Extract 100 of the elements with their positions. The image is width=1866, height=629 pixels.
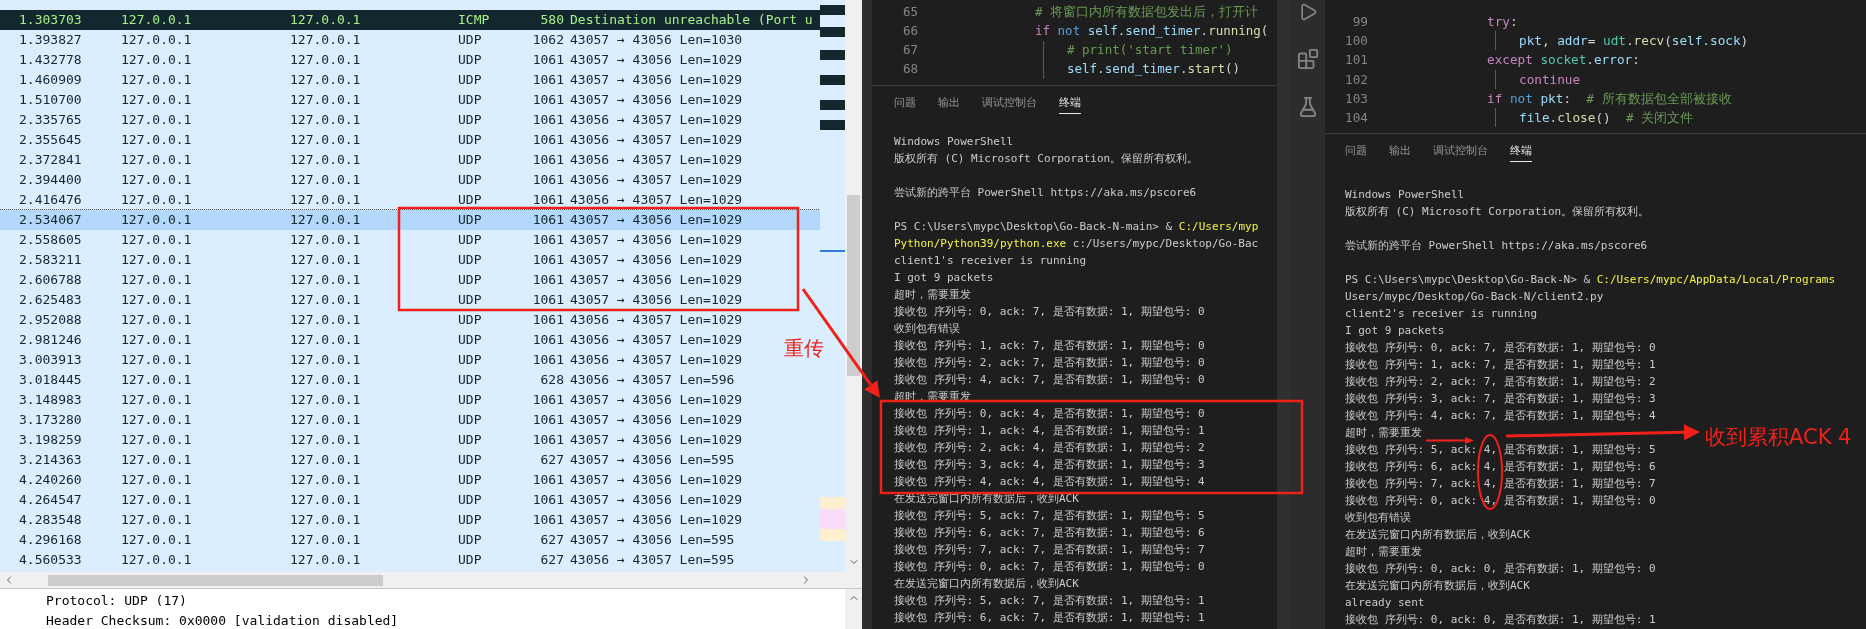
- destination-cell-text: 127.0.0.1: [290, 211, 362, 229]
- time-cell-text: 4.283548: [19, 511, 83, 529]
- panel-tab[interactable]: 调试控制台: [1433, 143, 1488, 162]
- terminal-line: 在发送完窗口内所有数据后，收到ACK: [894, 576, 1079, 592]
- protocol-cell-text: UDP: [458, 211, 483, 229]
- length-cell-text: 1061: [531, 331, 564, 349]
- destination-cell-text: 127.0.0.1: [290, 111, 362, 129]
- source-cell-text: 127.0.0.1: [121, 211, 193, 229]
- packet-row[interactable]: 2.534067 127.0.0.1 127.0.0.1 UDP 1061 43057 → 43056 Len=1029: [0, 210, 820, 230]
- source-cell-text: 127.0.0.1: [121, 431, 193, 449]
- destination-cell-text: 127.0.0.1: [290, 171, 362, 189]
- time-cell-text: 2.416476: [19, 191, 83, 209]
- line-number: 103: [1344, 89, 1368, 108]
- protocol-cell-text: UDP: [458, 351, 483, 369]
- time-cell-text: 2.625483: [19, 291, 83, 309]
- terminal-line: client1's receiver is running: [894, 253, 1087, 269]
- length-cell-text: 1061: [531, 131, 564, 149]
- vertical-scrollbar[interactable]: [1277, 0, 1290, 629]
- info-cell-text: 43057 → 43056 Len=1030: [569, 31, 743, 49]
- info-cell-text: 43056 → 43057 Len=595: [569, 551, 735, 569]
- destination-cell-text: 127.0.0.1: [290, 491, 362, 509]
- destination-cell-text: 127.0.0.1: [290, 291, 362, 309]
- length-cell-text: 1061: [531, 111, 564, 129]
- source-cell-text: 127.0.0.1: [121, 71, 193, 89]
- info-cell-text: 43056 → 43057 Len=1029: [569, 351, 743, 369]
- time-cell-text: 3.214363: [19, 451, 83, 469]
- info-cell-text: 43056 → 43057 Len=1029: [569, 171, 743, 189]
- length-cell-text: 1061: [531, 71, 564, 89]
- terminal-line: Users/mypc/Desktop/Go-Back-N/client2.py: [1345, 289, 1604, 305]
- terminal-line: 接收包 序列号: 2, ack: 7, 是否有数据: 1, 期望包号: 2: [1345, 374, 1656, 390]
- time-cell-text: 4.264547: [19, 491, 83, 509]
- protocol-cell-text: UDP: [458, 551, 483, 569]
- length-cell-text: 1062: [531, 31, 564, 49]
- length-cell-text: 1061: [531, 271, 564, 289]
- protocol-cell-text: UDP: [458, 191, 483, 209]
- source-cell-text: 127.0.0.1: [121, 331, 193, 349]
- source-cell-text: 127.0.0.1: [121, 391, 193, 409]
- panel-tab[interactable]: 输出: [938, 95, 960, 114]
- source-cell-text: 127.0.0.1: [121, 271, 193, 289]
- info-cell-text: 43056 → 43057 Len=596: [569, 371, 735, 389]
- terminal-line: 接收包 序列号: 5, ack: 4, 是否有数据: 1, 期望包号: 5: [1345, 442, 1656, 458]
- protocol-cell-text: UDP: [458, 511, 483, 529]
- scrollbar-thumb[interactable]: [847, 195, 860, 376]
- length-cell-text: 1061: [531, 171, 564, 189]
- panel-tab[interactable]: 终端: [1059, 95, 1081, 114]
- info-cell-text: 43056 → 43057 Len=1029: [569, 111, 743, 129]
- terminal-line: 接收包 序列号: 5, ack: 7, 是否有数据: 1, 期望包号: 1: [894, 593, 1205, 609]
- terminal-line: 接收包 序列号: 6, ack: 7, 是否有数据: 1, 期望包号: 6: [894, 525, 1205, 541]
- detail-line[interactable]: Header Checksum: 0x0000 [validation disabled]: [46, 611, 845, 629]
- protocol-cell-text: UDP: [458, 171, 483, 189]
- time-cell-text: 3.198259: [19, 431, 83, 449]
- info-cell-text: 43057 → 43056 Len=1029: [569, 491, 743, 509]
- destination-cell-text: 127.0.0.1: [290, 191, 362, 209]
- destination-cell-text: 127.0.0.1: [290, 431, 362, 449]
- line-number: 104: [1344, 109, 1368, 127]
- panel-tab[interactable]: 调试控制台: [982, 95, 1037, 114]
- terminal-line: 收到包有错误: [894, 321, 960, 337]
- info-cell-text: Destination unreachable (Port u: [569, 11, 813, 29]
- code-line: continue: [1495, 69, 1581, 89]
- length-cell-text: 1061: [531, 511, 564, 529]
- protocol-cell-text: UDP: [458, 271, 483, 289]
- protocol-cell-text: UDP: [458, 91, 483, 109]
- info-cell-text: 43057 → 43056 Len=595: [569, 531, 735, 549]
- packet-row[interactable]: 1.303703 127.0.0.1 127.0.0.1 ICMP 580 Destination unreachable (Port u: [0, 10, 820, 30]
- info-cell-text: 43056 → 43057 Len=1029: [569, 151, 743, 169]
- code-line: self.send_timer.start(): [1043, 60, 1241, 79]
- panel-tab[interactable]: 输出: [1389, 143, 1411, 162]
- horizontal-scrollbar[interactable]: [0, 572, 862, 589]
- detail-line[interactable]: Protocol: UDP (17): [46, 591, 845, 611]
- destination-cell-text: 127.0.0.1: [290, 471, 362, 489]
- terminal-line: PS C:\Users\mypc\Desktop\Go-Back-N-main> & C:/Users/myp: [894, 219, 1259, 235]
- time-cell-text: 3.018445: [19, 371, 83, 389]
- info-cell-text: 43057 → 43056 Len=1029: [569, 71, 743, 89]
- terminal-line: 接收包 序列号: 3, ack: 4, 是否有数据: 1, 期望包号: 3: [894, 457, 1205, 473]
- info-cell-text: 43056 → 43057 Len=1029: [569, 191, 743, 209]
- extensions-icon[interactable]: [1296, 48, 1319, 70]
- annotation-label: 收到累积ACK 4: [1705, 424, 1852, 450]
- panel-tab[interactable]: 问题: [1345, 143, 1367, 162]
- source-cell-text: 127.0.0.1: [121, 371, 193, 389]
- length-cell-text: 628: [539, 371, 564, 389]
- terminal-line: 版权所有 (C) Microsoft Corporation。保留所有权利。: [894, 151, 1199, 167]
- info-cell-text: 43056 → 43057 Len=1029: [569, 131, 743, 149]
- panel-tab[interactable]: 问题: [894, 95, 916, 114]
- vertical-scrollbar[interactable]: [845, 0, 862, 572]
- terminal-line: 接收包 序列号: 1, ack: 4, 是否有数据: 1, 期望包号: 1: [894, 423, 1205, 439]
- length-cell-text: 1061: [531, 391, 564, 409]
- destination-cell-text: 127.0.0.1: [290, 351, 362, 369]
- time-cell-text: 3.173280: [19, 411, 83, 429]
- protocol-cell-text: UDP: [458, 251, 483, 269]
- terminal-line: 在发送完窗口内所有数据后，收到ACK: [1345, 578, 1530, 594]
- protocol-cell-text: UDP: [458, 411, 483, 429]
- terminal-line: 接收包 序列号: 7, ack: 4, 是否有数据: 1, 期望包号: 7: [1345, 476, 1656, 492]
- destination-cell-text: 127.0.0.1: [290, 31, 362, 49]
- destination-cell-text: 127.0.0.1: [290, 271, 362, 289]
- destination-cell-text: 127.0.0.1: [290, 411, 362, 429]
- terminal-line: 接收包 序列号: 0, ack: 4, 是否有数据: 1, 期望包号: 0: [1345, 493, 1656, 509]
- time-cell-text: 3.148983: [19, 391, 83, 409]
- length-cell-text: 1061: [531, 211, 564, 229]
- panel-tab[interactable]: 终端: [1510, 143, 1532, 162]
- terminal-line: 接收包 序列号: 4, ack: 7, 是否有数据: 1, 期望包号: 0: [894, 372, 1205, 388]
